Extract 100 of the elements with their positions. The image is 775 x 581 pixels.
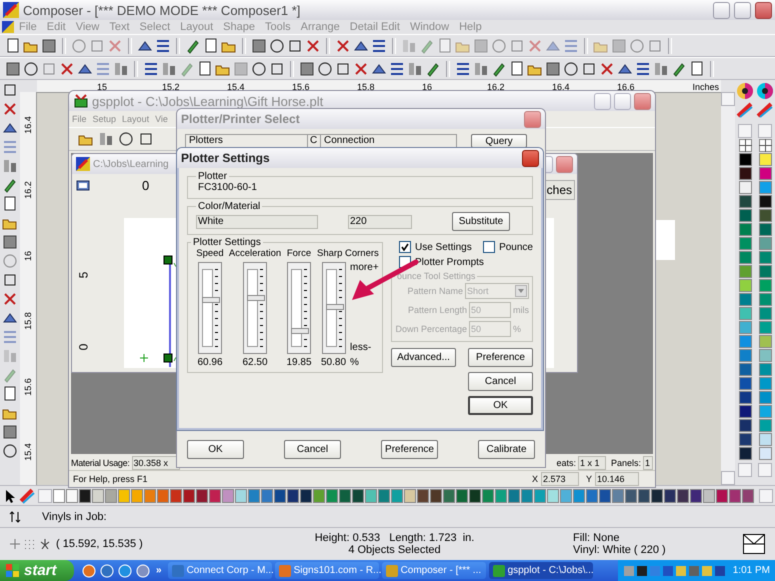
ruler-label: 0 [142, 178, 150, 193]
ruler-label: 15.2 [162, 82, 181, 92]
dialog-button[interactable]: Preference [468, 348, 533, 367]
ruler-unit: ches [544, 180, 575, 200]
repeats-label: eats: [556, 458, 576, 468]
group-title: Color/Material [197, 201, 262, 212]
ruler-label: 16 [422, 82, 434, 92]
menu-item[interactable]: View [70, 21, 104, 33]
group-title: ounce Tool Settings [396, 271, 476, 281]
field-label: Pattern Length [408, 304, 467, 314]
menu-item[interactable]: Vie [152, 114, 171, 124]
checkbox-label: Pounce [499, 242, 533, 252]
cursor-coordinates: ( 15.592, 15.535 ) [56, 538, 144, 550]
ruler-label: 15.4 [23, 443, 33, 462]
dialog-button[interactable]: Cancel [468, 372, 533, 391]
panels-label: Panels: [610, 458, 641, 468]
dialog-button[interactable]: OK [187, 440, 244, 459]
menu-item[interactable]: Layout [175, 21, 218, 33]
taskbar-button[interactable]: Composer - [*** ... [382, 562, 486, 579]
material-field: White [196, 214, 318, 228]
material-usage-field: 30.358 x [132, 456, 180, 470]
material-usage-label: Material Usage: [71, 458, 130, 468]
dialog-title: Plotter Settings [181, 151, 271, 165]
ruler-label: 16.2 [23, 181, 33, 200]
fill-status: Fill: None [573, 532, 620, 544]
column-header: Connection [323, 135, 376, 148]
checkbox-label: Use Settings [415, 242, 472, 252]
slider-label: Sharp Corners [317, 248, 379, 259]
menu-item[interactable]: Select [134, 21, 176, 33]
ruler-label: 15.6 [23, 378, 33, 396]
start-button[interactable]: start [0, 560, 74, 581]
menu-item[interactable]: Layout [119, 114, 152, 124]
menu-item[interactable]: Text [104, 21, 135, 33]
ruler-label: 16.4 [552, 82, 571, 92]
slider-value: 60.96 [197, 357, 223, 368]
menu-item[interactable]: Shape [218, 21, 260, 33]
menu-item[interactable]: File [14, 21, 42, 33]
field-label: Down Percentage [395, 324, 467, 334]
menu-item[interactable]: Detail Edit [344, 21, 405, 33]
panels-field: 1 [643, 456, 653, 470]
material-code-field: 220 [348, 214, 412, 228]
slider-value: 62.50 [242, 357, 268, 368]
menu-item[interactable]: Edit [42, 21, 71, 33]
menu-item[interactable]: File [69, 114, 90, 124]
group-title: Plotter Settings [192, 237, 262, 248]
clock: 1:01 PM [732, 565, 770, 576]
ruler-label: 16.4 [23, 116, 33, 134]
ruler-label: 0 [76, 344, 90, 350]
plotter-name: FC3100-60-1 [197, 182, 258, 195]
taskbar-button[interactable]: gspplot - C:\Jobs\... [488, 562, 593, 579]
ruler-label: 5 [76, 272, 90, 278]
x-coordinate: 2.573 [540, 472, 579, 486]
ruler-label: 16 [23, 250, 33, 261]
field-label: Pattern Name [407, 286, 463, 296]
slider-label: Force [286, 248, 312, 259]
taskbar-button[interactable]: Signs101.com - R... [274, 562, 379, 579]
ruler-label: 16.2 [487, 82, 506, 92]
ruler-label: 15 [97, 82, 108, 92]
dialog-title: Plotter/Printer Select [181, 112, 301, 126]
taskbar-button[interactable]: Connect Corp - M... [168, 562, 272, 579]
selection-size: Height: 0.533 Length: 1.723 in. [314, 532, 474, 544]
dialog-button[interactable]: Calibrate [478, 440, 535, 459]
ruler-unit: Inches [692, 82, 720, 92]
dialog-button[interactable]: Advanced... [391, 348, 456, 367]
ruler-label: 15.8 [23, 312, 33, 330]
repeats-field: 1 x 1 [578, 456, 606, 470]
selection-count: 4 Objects Selected [348, 544, 441, 556]
window-title: Composer - [*** DEMO MODE *** Composer1 *] [23, 2, 302, 18]
query-button[interactable]: Query [471, 134, 527, 148]
y-label: Y [586, 474, 592, 484]
help-text: For Help, press F1 [73, 474, 148, 484]
ruler-label: 15.6 [292, 82, 311, 92]
less-label: less- [350, 342, 372, 353]
slider-label: Speed [196, 248, 224, 259]
menu-item[interactable]: Help [454, 21, 487, 33]
ruler-label: 15.8 [357, 82, 376, 92]
menu-item[interactable]: Window [404, 21, 454, 33]
window-title: gspplot - C:\Jobs\Learning\Gift Horse.plt [92, 94, 324, 108]
more-button[interactable]: » [156, 565, 162, 576]
menu-item[interactable]: Tools [260, 21, 296, 33]
menu-item[interactable]: Setup [90, 114, 120, 124]
unit-label: mils [513, 304, 529, 314]
unit-label: % [350, 357, 360, 368]
vinyl-status: Vinyl: White ( 220 ) [573, 544, 667, 556]
x-label: X [532, 474, 538, 484]
slider-value: 50.80 [321, 357, 346, 368]
dialog-button[interactable]: Cancel [284, 440, 341, 459]
slider-label: Acceleration [228, 248, 282, 259]
ruler-label: 16.6 [617, 82, 636, 92]
ruler-label: 15.4 [227, 82, 246, 92]
substitute-button[interactable]: Substitute [452, 212, 510, 231]
group-title: Plotter [197, 171, 228, 182]
y-coordinate: 10.146 [595, 472, 639, 486]
vinyls-label: Vinyls in Job: [42, 510, 107, 522]
dialog-button[interactable]: OK [468, 396, 533, 415]
dialog-button[interactable]: Preference [381, 440, 438, 459]
window-title: C:\Jobs\Learning [93, 158, 169, 170]
unit-label: % [513, 324, 522, 334]
more-label: more+ [350, 262, 379, 273]
menu-item[interactable]: Arrange [296, 21, 345, 33]
